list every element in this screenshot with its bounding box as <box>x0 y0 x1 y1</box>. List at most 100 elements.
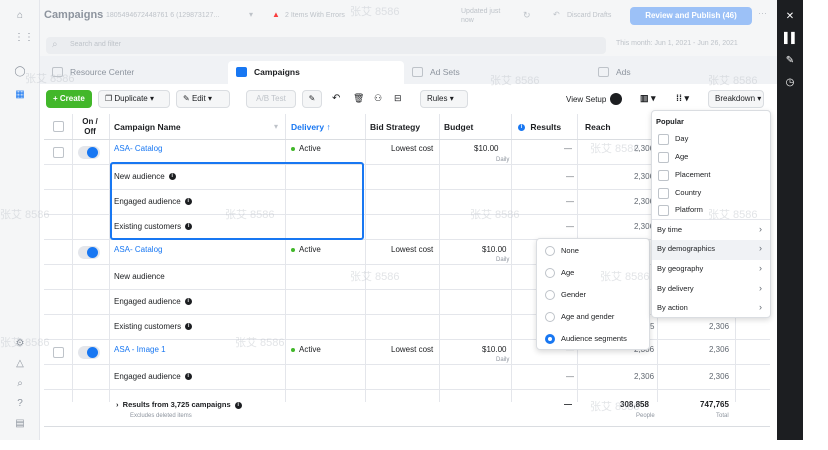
campaigns-table-icon[interactable]: ▦ <box>14 89 26 101</box>
campaign-name-link[interactable]: ASA- Catalog <box>114 143 162 155</box>
create-button[interactable]: + Create <box>46 90 92 108</box>
breakdown-age[interactable]: Age <box>658 150 688 164</box>
column-header-reach[interactable]: Reach <box>585 122 611 132</box>
info-icon[interactable]: i <box>184 373 192 381</box>
table-row[interactable]: Existing customers i 5 2,306 <box>44 315 770 340</box>
info-icon[interactable]: i <box>185 323 193 331</box>
refresh-icon[interactable]: ↻ <box>523 10 531 21</box>
trash-icon[interactable]: 🗑 <box>353 93 364 104</box>
home-icon[interactable]: ⌂ <box>14 10 26 22</box>
undo-icon[interactable]: ↶ <box>332 93 340 104</box>
divider <box>652 219 770 220</box>
more-options-icon[interactable]: ⋯ <box>758 8 767 19</box>
radio-button[interactable] <box>545 246 555 257</box>
campaign-name-link[interactable]: ASA - Image 1 <box>114 344 166 356</box>
tag-icon[interactable]: ⊟ <box>394 93 402 104</box>
history-icon[interactable]: ◷ <box>784 77 796 89</box>
apps-grid-icon[interactable]: ⋮⋮ <box>14 32 34 44</box>
option-label: Audience segments <box>561 334 627 343</box>
campaign-toggle[interactable] <box>78 146 100 159</box>
menu-item-label: By demographics <box>657 244 715 253</box>
discard-drafts-button[interactable]: Discard Drafts <box>567 12 611 19</box>
menu-item-by-action[interactable]: By action › <box>652 300 770 318</box>
info-icon[interactable]: i <box>234 401 242 409</box>
duplicate-button[interactable]: ❐ Duplicate ▾ <box>98 90 170 108</box>
review-publish-button[interactable]: Review and Publish (46) <box>630 7 752 25</box>
edit-button[interactable]: ✎ Edit ▾ <box>176 90 230 108</box>
view-setup-toggle[interactable] <box>610 93 622 105</box>
row-checkbox[interactable] <box>53 147 64 158</box>
table-row[interactable]: Engaged audience i — 2,306 2,306 <box>44 365 770 390</box>
breakdown-country[interactable]: Country <box>658 186 701 200</box>
radio-option-gender[interactable]: Gender <box>545 288 586 302</box>
tab-resource-center[interactable]: Resource Center <box>44 61 214 84</box>
ad-set-label: Engaged audience <box>114 372 181 381</box>
checkbox[interactable] <box>658 151 669 163</box>
columns-icon[interactable]: ▥ ▾ <box>640 93 656 104</box>
checkbox[interactable] <box>658 133 669 145</box>
report-icon[interactable]: ▤ <box>14 418 26 430</box>
radio-button[interactable] <box>545 268 555 279</box>
radio-button[interactable] <box>545 312 555 323</box>
tab-ad-sets[interactable]: Ad Sets <box>404 61 584 84</box>
search-icon[interactable]: ⌕ <box>14 378 26 390</box>
pencil-icon[interactable]: ✎ <box>784 55 796 67</box>
row-checkbox[interactable] <box>53 347 64 358</box>
campaign-toggle[interactable] <box>78 246 100 259</box>
tab-campaigns[interactable]: Campaigns <box>228 61 404 84</box>
radio-button-selected[interactable] <box>545 334 555 345</box>
ab-test-button[interactable]: A/B Test <box>246 90 296 108</box>
budget-value[interactable]: $10.00 <box>474 143 498 155</box>
column-header-name[interactable]: Campaign Name <box>114 122 181 132</box>
table-row[interactable]: ASA - Image 1 Active Lowest cost $10.00 … <box>44 340 770 365</box>
radio-option-none[interactable]: None <box>545 244 579 258</box>
search-input[interactable]: Search and filter <box>70 41 121 48</box>
radio-button[interactable] <box>545 290 555 301</box>
checkbox[interactable] <box>658 204 669 216</box>
audience-icon[interactable]: ⚇ <box>374 93 382 104</box>
menu-item-by-time[interactable]: By time › <box>652 222 770 240</box>
breakdown-grid-icon[interactable]: ⁞⁞ ▾ <box>676 93 689 104</box>
checkbox[interactable] <box>658 169 669 181</box>
summary-row: › Results from 3,725 campaigns i Excludes… <box>44 391 770 427</box>
bar-chart-icon[interactable]: ▌▌ <box>784 33 798 45</box>
breakdown-placement[interactable]: Placement <box>658 168 710 182</box>
summary-text: Results from 3,725 campaigns <box>122 400 231 409</box>
radio-option-age[interactable]: Age <box>545 266 574 280</box>
tab-ads[interactable]: Ads <box>590 61 770 84</box>
menu-item-by-demographics[interactable]: By demographics › <box>652 240 770 260</box>
account-selector[interactable]: 1805494672448761 6 (129873127... <box>106 12 256 19</box>
chevron-down-icon[interactable]: ▾ <box>274 122 278 131</box>
errors-link[interactable]: 2 Items With Errors <box>285 12 345 19</box>
chevron-down-icon[interactable]: ▾ <box>249 10 253 19</box>
delivery-label: Active <box>299 245 321 254</box>
radio-option-audience-segments[interactable]: Audience segments <box>545 332 627 346</box>
checkbox[interactable] <box>658 187 669 199</box>
column-header-delivery[interactable]: Delivery ↑ <box>291 122 331 132</box>
pencil-icon[interactable]: ✎ <box>302 90 322 108</box>
radio-option-age-gender[interactable]: Age and gender <box>545 310 614 324</box>
menu-item-by-delivery[interactable]: By delivery › <box>652 280 770 300</box>
help-icon[interactable]: ? <box>14 398 26 410</box>
breakdown-day[interactable]: Day <box>658 132 688 146</box>
breakdown-platform[interactable]: Platform <box>658 203 703 217</box>
breakdown-button[interactable]: Breakdown ▾ <box>708 90 764 108</box>
menu-item-label: By geography <box>657 264 704 273</box>
menu-item-by-geography[interactable]: By geography › <box>652 260 770 280</box>
campaign-name-link[interactable]: ASA- Catalog <box>114 244 162 256</box>
column-header-onoff[interactable]: On / Off <box>76 117 104 137</box>
select-all-checkbox[interactable] <box>53 121 64 132</box>
notifications-icon[interactable]: △ <box>14 358 26 370</box>
search-filter-box[interactable]: ⌕ Search and filter <box>46 37 606 54</box>
delivery-status: Active <box>291 344 321 356</box>
close-icon[interactable]: ✕ <box>784 11 796 23</box>
rules-button[interactable]: Rules ▾ <box>420 90 468 108</box>
settings-icon[interactable]: ⚙ <box>14 338 26 350</box>
column-header-budget[interactable]: Budget <box>444 122 473 132</box>
column-header-results[interactable]: i Results <box>518 122 561 132</box>
column-header-bid-strategy[interactable]: Bid Strategy <box>370 122 420 132</box>
campaign-toggle[interactable] <box>78 346 100 359</box>
info-icon[interactable]: i <box>184 298 192 306</box>
date-range-picker[interactable]: This month: Jun 1, 2021 - Jun 26, 2021 <box>616 40 738 47</box>
account-icon[interactable]: ◯ <box>14 66 26 78</box>
